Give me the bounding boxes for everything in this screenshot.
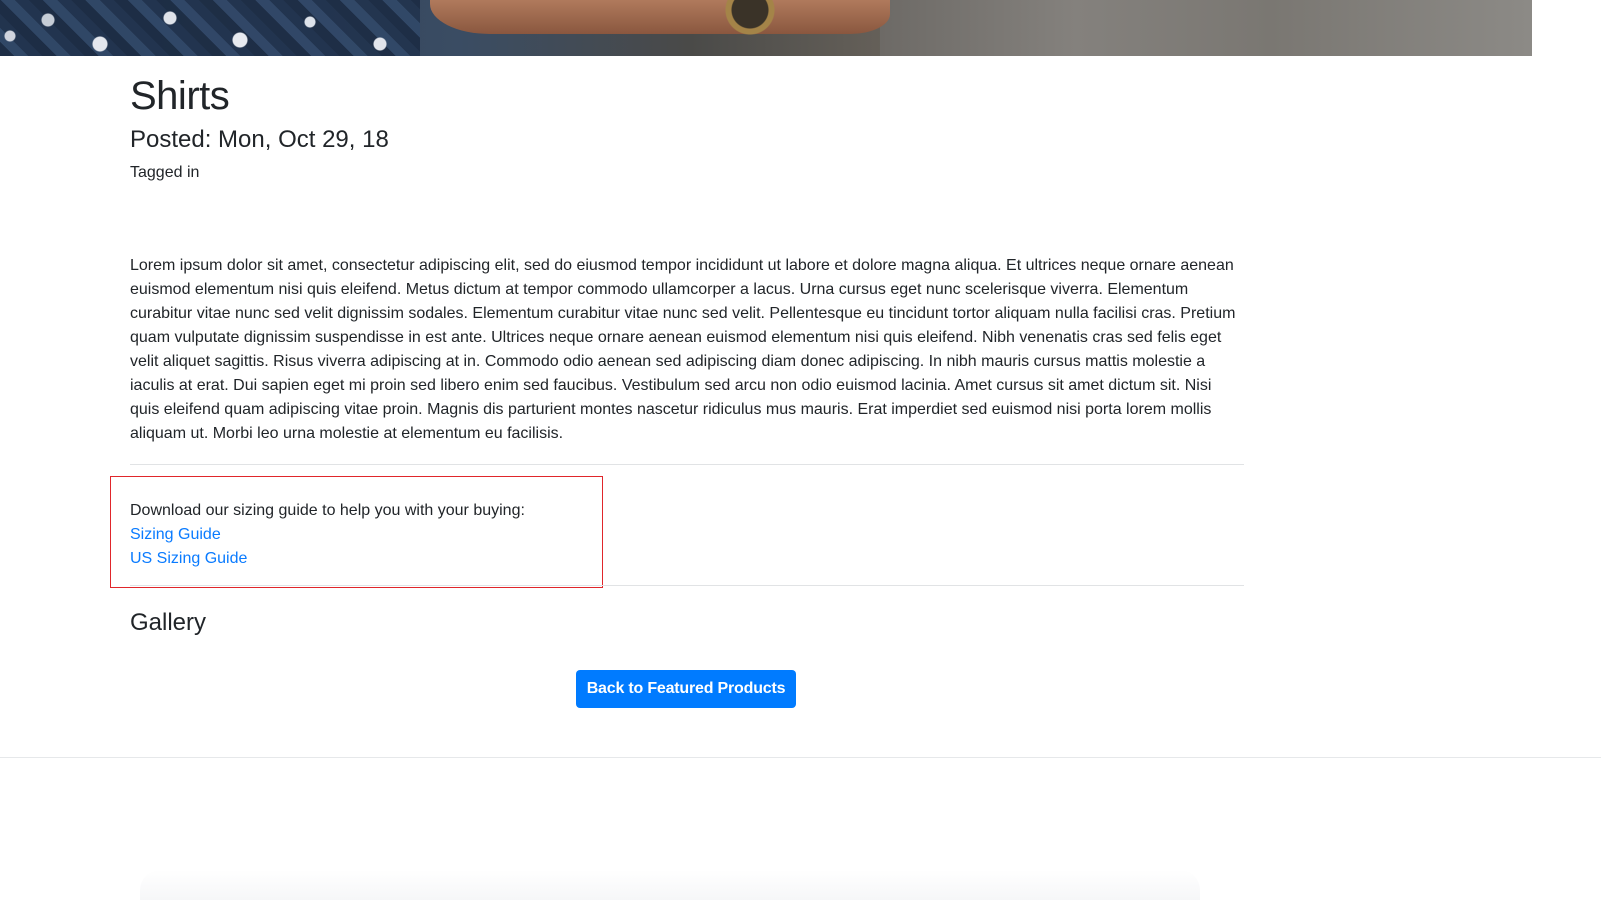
hero-banner-image bbox=[0, 0, 1532, 56]
tags-label: Tagged in bbox=[130, 164, 200, 181]
us-sizing-guide-link[interactable]: US Sizing Guide bbox=[130, 547, 247, 571]
footer-divider bbox=[0, 757, 1601, 758]
download-intro: Download our sizing guide to help you wi… bbox=[130, 502, 525, 519]
shirt-pattern-detail bbox=[0, 0, 420, 56]
back-to-featured-products-button[interactable]: Back to Featured Products bbox=[576, 670, 796, 708]
footer-shadow bbox=[140, 870, 1200, 900]
watch-icon bbox=[715, 0, 785, 44]
sizing-guide-link[interactable]: Sizing Guide bbox=[130, 523, 221, 547]
gallery-heading: Gallery bbox=[130, 609, 207, 636]
page: Shirts Posted: Mon, Oct 29, 18 Tagged in… bbox=[0, 0, 1601, 900]
hero-background bbox=[880, 0, 1532, 56]
post-body: Lorem ipsum dolor sit amet, consectetur … bbox=[130, 257, 1236, 442]
divider-bottom bbox=[130, 585, 1244, 586]
posted-date: Posted: Mon, Oct 29, 18 bbox=[130, 126, 389, 153]
hero-arm bbox=[430, 0, 890, 34]
divider-top bbox=[130, 464, 1244, 465]
page-title: Shirts bbox=[130, 74, 230, 118]
